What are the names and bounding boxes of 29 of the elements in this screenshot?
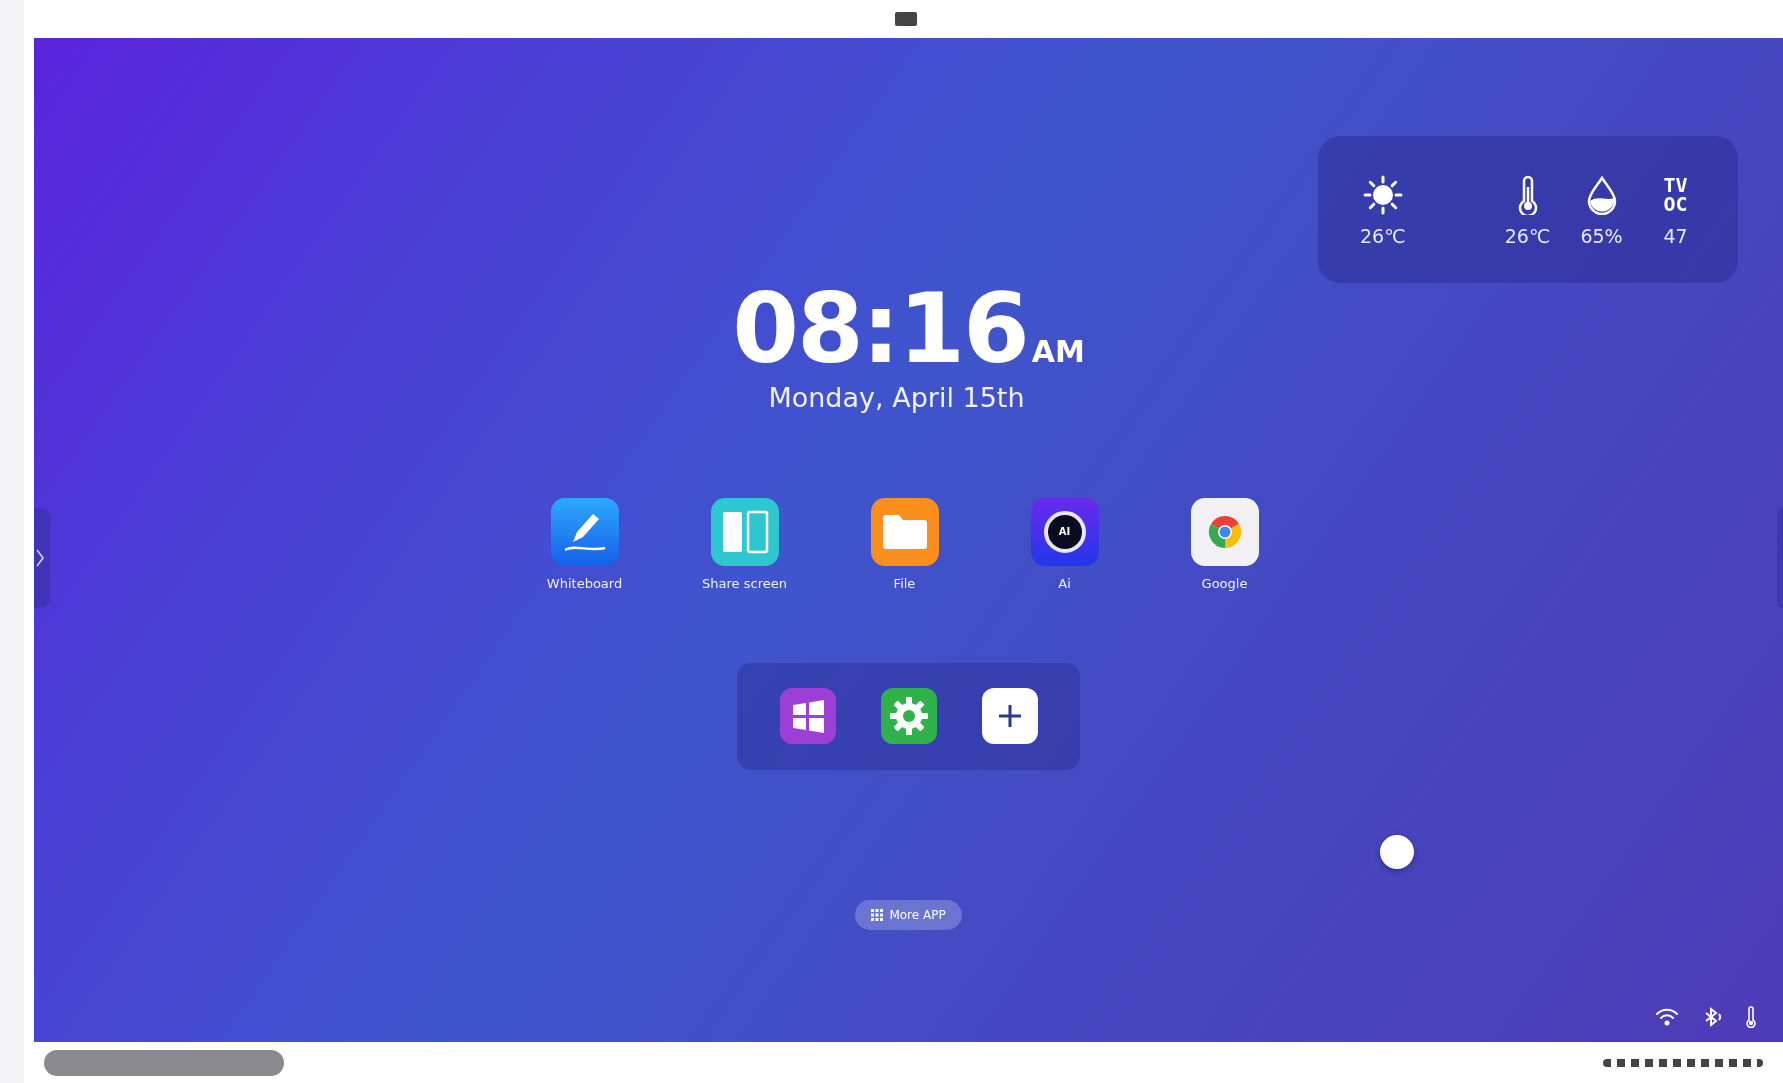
browser-logo-icon — [1190, 497, 1259, 566]
more-apps-button[interactable]: More APP — [855, 899, 962, 930]
add-icon[interactable] — [981, 688, 1038, 745]
app-shortcut[interactable]: Google — [1175, 497, 1274, 591]
app-shortcut[interactable]: AI Ai — [1015, 497, 1114, 591]
tvoc-label: TVOC — [1662, 175, 1689, 214]
windows-icon[interactable] — [779, 688, 836, 745]
clock-period: AM — [1031, 334, 1085, 369]
pen-icon — [550, 497, 619, 566]
ai-app-icon: AI — [1030, 497, 1099, 566]
app-shortcut[interactable]: File — [855, 497, 954, 591]
sun-icon — [1362, 174, 1403, 215]
folder-icon — [870, 497, 939, 566]
reading-value: 47 — [1663, 224, 1688, 247]
clock-date: Monday, April 15th — [768, 381, 1025, 413]
settings-icon[interactable] — [880, 688, 937, 745]
camera-icon — [894, 12, 917, 26]
reading-value: 26℃ — [1360, 224, 1406, 247]
side-panel-handle[interactable] — [34, 508, 50, 608]
reading-value: 65% — [1580, 224, 1623, 247]
app-shortcut[interactable]: Share screen — [695, 497, 794, 591]
thermometer-icon — [1745, 1006, 1757, 1028]
app-shortcut[interactable]: Whiteboard — [535, 497, 634, 591]
reading-value: 26℃ — [1504, 224, 1551, 247]
floating-button[interactable] — [1380, 835, 1414, 869]
wifi-icon — [1655, 1007, 1679, 1027]
clock-time: 08:16 — [732, 279, 1028, 380]
grid-icon — [871, 908, 884, 921]
split-screen-icon — [710, 497, 779, 566]
